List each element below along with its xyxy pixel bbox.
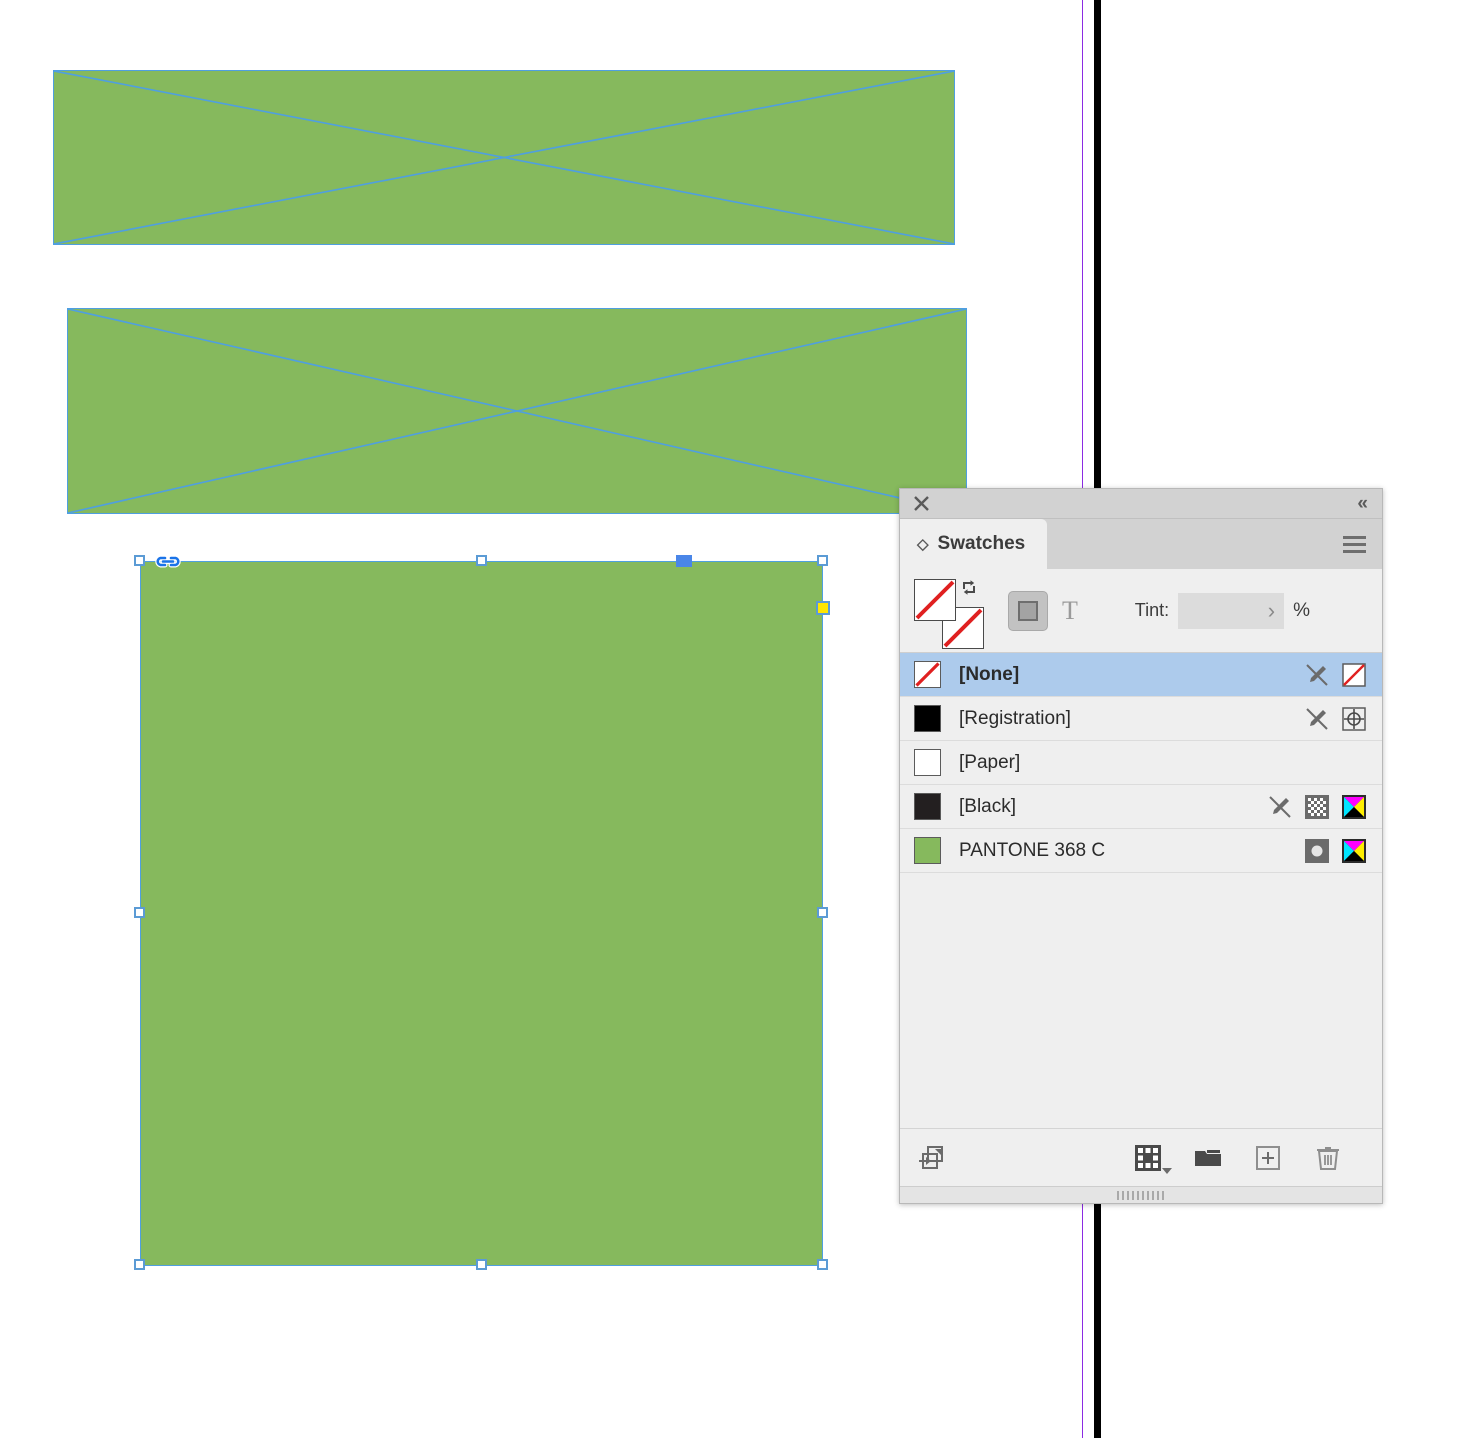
uneditable-pen-icon bbox=[1303, 705, 1331, 733]
corner-options-handle[interactable] bbox=[816, 601, 830, 615]
apply-to-text-icon[interactable]: T bbox=[1062, 596, 1078, 626]
selection-handle-top-left[interactable] bbox=[134, 555, 145, 566]
cmyk-color-mode-icon bbox=[1340, 793, 1368, 821]
swatch-row-black[interactable]: [Black] bbox=[900, 785, 1382, 829]
uneditable-pen-icon bbox=[1266, 793, 1294, 821]
swatch-row-registration[interactable]: [Registration] bbox=[900, 697, 1382, 741]
none-diagonal-icon bbox=[915, 580, 955, 619]
panel-resize-grip[interactable] bbox=[900, 1186, 1382, 1203]
empty-frame-cross-icon bbox=[54, 71, 954, 244]
selection-handle-middle-right[interactable] bbox=[817, 907, 828, 918]
diamond-toggle-icon[interactable]: ◇ bbox=[917, 537, 929, 552]
none-diagonal-icon bbox=[915, 662, 940, 687]
image-frame-top[interactable] bbox=[53, 70, 955, 245]
collapse-to-icons-icon[interactable]: « bbox=[1357, 494, 1368, 513]
selection-handle-middle-left[interactable] bbox=[134, 907, 145, 918]
swatch-name: [Paper] bbox=[959, 751, 1021, 773]
tint-percent-label: % bbox=[1293, 599, 1310, 621]
chevron-right-icon[interactable]: › bbox=[1268, 598, 1275, 624]
hamburger-glyph bbox=[1343, 535, 1366, 553]
process-checker-glyph bbox=[1305, 794, 1329, 819]
footer-buttons bbox=[1132, 1142, 1366, 1174]
swatch-color-chip[interactable] bbox=[914, 793, 941, 820]
fill-stroke-control[interactable] bbox=[914, 578, 986, 649]
swatch-color-chip[interactable] bbox=[914, 705, 941, 732]
none-swatch-icon bbox=[1340, 661, 1368, 689]
none-swatch-glyph bbox=[1342, 662, 1366, 687]
selection-handle-bottom-center[interactable] bbox=[476, 1259, 487, 1270]
new-color-group-icon[interactable] bbox=[1132, 1142, 1172, 1174]
link-chain-glyph bbox=[155, 555, 181, 568]
tint-control: Tint: › % bbox=[1134, 592, 1368, 629]
selection-handle-top-center[interactable] bbox=[476, 555, 487, 566]
image-frame-middle[interactable] bbox=[67, 308, 967, 514]
color-group-grid-glyph bbox=[1135, 1144, 1161, 1171]
registration-target-icon bbox=[1340, 705, 1368, 733]
close-icon[interactable] bbox=[912, 494, 931, 513]
selection-handle-bottom-left[interactable] bbox=[134, 1259, 145, 1270]
new-swatch-icon[interactable] bbox=[1252, 1142, 1284, 1174]
panel-tabbar: ◇ Swatches bbox=[900, 519, 1382, 569]
swatch-name: [Black] bbox=[959, 795, 1017, 817]
selected-object-fill bbox=[140, 561, 823, 1266]
cmyk-quadrant-glyph bbox=[1342, 794, 1366, 819]
fill-swatch[interactable] bbox=[914, 578, 956, 621]
apply-object-glyph bbox=[1018, 600, 1038, 621]
cmyk-color-mode-icon bbox=[1340, 837, 1368, 865]
swatch-color-chip[interactable] bbox=[914, 661, 941, 688]
spot-dot-glyph bbox=[1305, 838, 1329, 863]
swatches-panel[interactable]: « ◇ Swatches T Tint: › % [None] [Registr… bbox=[899, 488, 1383, 1204]
folder-glyph bbox=[1195, 1149, 1221, 1166]
apply-to-object-icon[interactable] bbox=[1008, 590, 1048, 631]
panel-titlebar[interactable]: « bbox=[900, 489, 1382, 519]
close-glyph bbox=[914, 496, 929, 511]
selected-green-rectangle[interactable] bbox=[134, 555, 830, 1270]
swatch-name: PANTONE 368 C bbox=[959, 839, 1106, 861]
new-folder-icon[interactable] bbox=[1192, 1142, 1224, 1174]
process-color-icon bbox=[1303, 793, 1331, 821]
panel-footer bbox=[900, 1128, 1382, 1186]
link-chain-icon[interactable] bbox=[154, 550, 182, 572]
swatch-list[interactable]: [None] [Registration] [Paper] [Black] PA… bbox=[900, 653, 1382, 1128]
swatch-row-none[interactable]: [None] bbox=[900, 653, 1382, 697]
swatch-row-icons bbox=[1303, 705, 1368, 733]
trash-glyph bbox=[1317, 1146, 1339, 1170]
registration-target-glyph bbox=[1342, 706, 1366, 731]
swatch-name: [None] bbox=[959, 663, 1020, 685]
chevron-down-icon[interactable] bbox=[1162, 1167, 1172, 1174]
swatch-row-icons bbox=[1266, 793, 1368, 821]
swatch-color-chip[interactable] bbox=[914, 837, 941, 864]
swatch-row-icons bbox=[1303, 661, 1368, 689]
swatch-row-pantone-368-c[interactable]: PANTONE 368 C bbox=[900, 829, 1382, 873]
swap-fill-stroke-icon[interactable] bbox=[961, 579, 978, 600]
swatch-row-paper[interactable]: [Paper] bbox=[900, 741, 1382, 785]
pen-crossed-glyph bbox=[1306, 663, 1328, 686]
resize-grip-icon bbox=[1117, 1190, 1165, 1200]
show-all-glyph bbox=[919, 1145, 943, 1169]
spot-color-icon bbox=[1303, 837, 1331, 865]
swatch-name: [Registration] bbox=[959, 707, 1071, 729]
swatch-row-icons bbox=[1303, 837, 1368, 865]
tint-label: Tint: bbox=[1134, 600, 1170, 620]
new-swatch-plus-glyph bbox=[1256, 1145, 1280, 1170]
panel-toolbar: T Tint: › % bbox=[900, 569, 1382, 653]
uneditable-pen-icon bbox=[1303, 661, 1331, 689]
swap-arrows-glyph bbox=[963, 579, 975, 595]
pen-crossed-glyph bbox=[1269, 795, 1291, 818]
swatch-color-chip[interactable] bbox=[914, 749, 941, 776]
panel-title: Swatches bbox=[937, 533, 1026, 554]
tab-swatches[interactable]: ◇ Swatches bbox=[900, 519, 1048, 569]
tint-input[interactable]: › bbox=[1178, 592, 1285, 629]
pen-crossed-glyph bbox=[1306, 707, 1328, 730]
empty-frame-cross-icon bbox=[68, 309, 966, 513]
selection-handle-top-active[interactable] bbox=[676, 555, 692, 567]
selection-handle-bottom-right[interactable] bbox=[817, 1259, 828, 1270]
selection-handle-top-right[interactable] bbox=[817, 555, 828, 566]
cmyk-quadrant-glyph bbox=[1342, 838, 1366, 863]
panel-menu-icon[interactable] bbox=[1327, 519, 1382, 569]
delete-swatch-icon[interactable] bbox=[1312, 1142, 1344, 1174]
apply-target-group: T bbox=[1008, 590, 1078, 631]
show-all-swatches-icon[interactable] bbox=[916, 1142, 948, 1174]
